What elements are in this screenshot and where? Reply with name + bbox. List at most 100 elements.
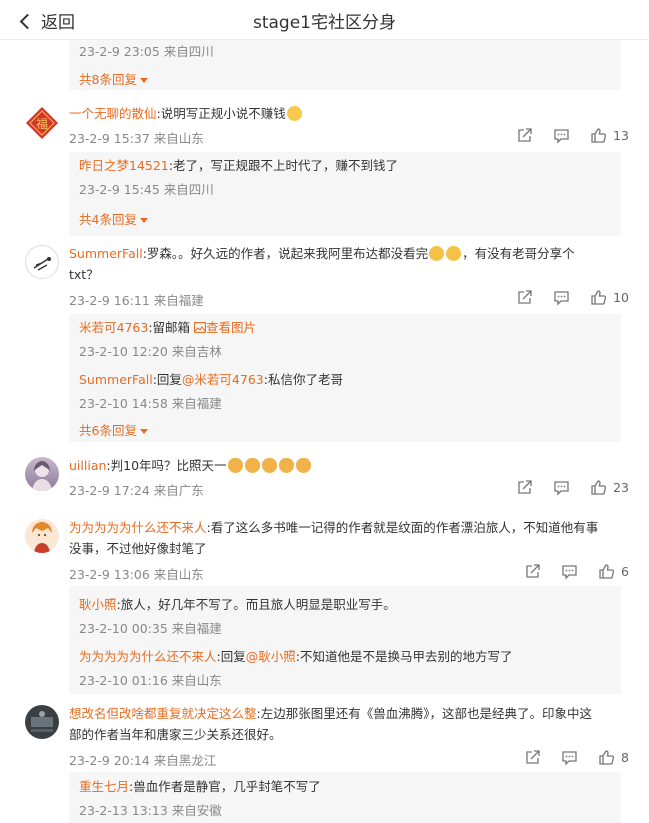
- thinking-emoji-icon: [286, 106, 302, 121]
- like-count: 8: [621, 750, 629, 765]
- share-button[interactable]: [516, 289, 533, 306]
- reply-text: 昨日之梦14521:老了，写正规跟不上时代了，赚不到钱了: [79, 155, 398, 174]
- reply-author[interactable]: SummerFall: [79, 372, 153, 387]
- share-button[interactable]: [516, 479, 533, 496]
- reply-author[interactable]: 昨日之梦14521: [79, 158, 169, 173]
- reply-meta: 23-2-10 01:16 来自山东: [79, 673, 222, 688]
- like-count: 10: [613, 290, 629, 305]
- like-count: 13: [613, 128, 629, 143]
- comment-text: 没事，不过他好像封笔了: [69, 541, 207, 556]
- view-picture-link[interactable]: 查看图片: [194, 320, 256, 335]
- comment-item: SummerFall:罗森。。好久远的作者，说起来我阿里布达都没看完 ，有没有老哥…: [0, 238, 649, 443]
- reply-content: :私信你了老哥: [263, 372, 343, 387]
- comment-author[interactable]: 为为为为为什么还不来人: [69, 520, 207, 535]
- more-replies-link[interactable]: 共6条回复: [79, 420, 148, 439]
- like-button[interactable]: 13: [590, 127, 629, 144]
- thumbs-up-icon: [591, 128, 607, 143]
- reply-content: :兽血作者是静官，几乎封笔不写了: [129, 779, 321, 794]
- reply-author[interactable]: 为为为为为什么还不来人: [79, 649, 217, 664]
- caret-down-icon: [139, 218, 148, 223]
- comment-author[interactable]: 一个无聊的散仙: [69, 106, 157, 121]
- like-button[interactable]: 23: [590, 479, 629, 496]
- share-icon: [518, 480, 532, 494]
- comment-text: :左边那张图里还有《兽血沸腾》，这部也是经典了。印象中这: [256, 706, 592, 721]
- like-button[interactable]: 6: [598, 563, 629, 580]
- comment-item: 想改名但改啥都重复就决定这么整:左边那张图里还有《兽血沸腾》，这部也是经典了。印…: [0, 700, 649, 823]
- comment-meta: 23-2-9 16:11 来自福建: [69, 293, 204, 308]
- comment-icon: [562, 565, 577, 580]
- reply-author[interactable]: 耿小照: [79, 597, 117, 612]
- like-button[interactable]: 10: [590, 289, 629, 306]
- reply-box: 重生七月:兽血作者是静官，几乎封笔不写了 23-2-13 13:13 来自安徽: [69, 772, 621, 823]
- thumbs-up-icon: [591, 290, 607, 305]
- crying-emoji-icon: [446, 246, 462, 261]
- cat-emoji-icon: [244, 458, 260, 473]
- image-icon: [194, 322, 206, 333]
- more-replies-link[interactable]: 共4条回复: [79, 209, 148, 228]
- reply-meta: 23-2-13 13:13 来自安徽: [79, 803, 222, 818]
- comment-author[interactable]: 想改名但改啥都重复就决定这么整: [69, 706, 257, 721]
- crying-emoji-icon: [429, 246, 445, 261]
- share-icon: [526, 750, 540, 764]
- reply-text: 重生七月:兽血作者是静官，几乎封笔不写了: [79, 776, 321, 795]
- comment-text: :看了这么多书唯一记得的作者就是纹面的作者漂泊旅人，不知道他有事: [206, 520, 599, 535]
- comment-meta: 23-2-9 15:37 来自山东: [69, 131, 204, 146]
- reply-text: 耿小照:旅人，好几年不写了。而且旅人明显是职业写手。: [79, 594, 396, 613]
- like-button[interactable]: 8: [598, 749, 629, 766]
- comment-item: 福 一个无聊的散仙:说明写正规小说不赚钱 23-2-9 15:37 来自山东 1…: [0, 96, 649, 236]
- share-button[interactable]: [524, 749, 541, 766]
- comment-author[interactable]: uillian: [69, 458, 106, 473]
- share-icon: [518, 290, 532, 304]
- reply-text: 为为为为为什么还不来人:回复@耿小照:不知道他是不是换马甲去别的地方写了: [79, 649, 513, 664]
- svg-text:福: 福: [36, 116, 48, 131]
- comment-text: 部的作者当年和唐家三少关系还很好。: [69, 727, 282, 742]
- avatar[interactable]: 福: [25, 106, 59, 140]
- reply-box: 23-2-9 23:05 来自四川 共8条回复: [69, 38, 621, 90]
- thumbs-up-icon: [599, 564, 615, 579]
- comment-button[interactable]: [553, 479, 570, 496]
- share-button[interactable]: [516, 127, 533, 144]
- cat-emoji-icon: [278, 458, 294, 473]
- avatar[interactable]: [25, 519, 59, 553]
- comment-text: :罗森。。好久远的作者，说起来我阿里布达都没看完: [142, 246, 429, 261]
- reply-meta: 23-2-9 23:05 来自四川: [79, 44, 214, 59]
- avatar[interactable]: [25, 245, 59, 279]
- reply-meta: 23-2-9 15:45 来自四川: [79, 182, 214, 197]
- comment-author[interactable]: SummerFall: [69, 246, 143, 261]
- reply-meta: 23-2-10 12:20 来自吉林: [79, 344, 222, 359]
- reply-box: 米若可4763:留邮箱 查看图片 23-2-10 12:20 来自吉林 Summ…: [69, 314, 621, 442]
- comment-meta: 23-2-9 20:14 来自黑龙江: [69, 753, 217, 768]
- share-icon: [518, 128, 532, 142]
- caret-down-icon: [139, 78, 148, 83]
- like-count: 23: [613, 480, 629, 495]
- reply-box: 昨日之梦14521:老了，写正规跟不上时代了，赚不到钱了 23-2-9 15:4…: [69, 152, 621, 236]
- mention-link[interactable]: @耿小照: [246, 649, 296, 664]
- reply-content: :老了，写正规跟不上时代了，赚不到钱了: [168, 158, 398, 173]
- thumbs-up-icon: [599, 750, 615, 765]
- comment-meta: 23-2-9 17:24 来自广东: [69, 483, 204, 498]
- reply-author[interactable]: 重生七月: [79, 779, 129, 794]
- comment-item: 为为为为为什么还不来人:看了这么多书唯一记得的作者就是纹面的作者漂泊旅人，不知道…: [0, 514, 649, 694]
- mention-link[interactable]: @米若可4763: [182, 372, 264, 387]
- comment-button[interactable]: [553, 127, 570, 144]
- comment-button[interactable]: [553, 289, 570, 306]
- reply-text: 米若可4763:留邮箱 查看图片: [79, 317, 256, 336]
- cat-emoji-icon: [261, 458, 277, 473]
- more-replies-link[interactable]: 共8条回复: [79, 69, 148, 88]
- reply-content: :留邮箱: [148, 320, 191, 335]
- reply-content: :旅人，好几年不写了。而且旅人明显是职业写手。: [116, 597, 396, 612]
- reply-author[interactable]: 米若可4763: [79, 320, 148, 335]
- reply-meta: 23-2-10 14:58 来自福建: [79, 396, 222, 411]
- avatar[interactable]: [25, 457, 59, 491]
- thumbs-up-icon: [591, 480, 607, 495]
- page-title: stage1宅社区分身: [252, 13, 396, 33]
- avatar[interactable]: [25, 705, 59, 739]
- comment-button[interactable]: [561, 563, 578, 580]
- comment-button[interactable]: [561, 749, 578, 766]
- caret-down-icon: [139, 429, 148, 434]
- comment-icon: [554, 481, 569, 496]
- cat-emoji-icon: [227, 458, 243, 473]
- share-button[interactable]: [524, 563, 541, 580]
- comment-text: ，有没有老哥分享个: [462, 246, 575, 261]
- comment-icon: [554, 129, 569, 144]
